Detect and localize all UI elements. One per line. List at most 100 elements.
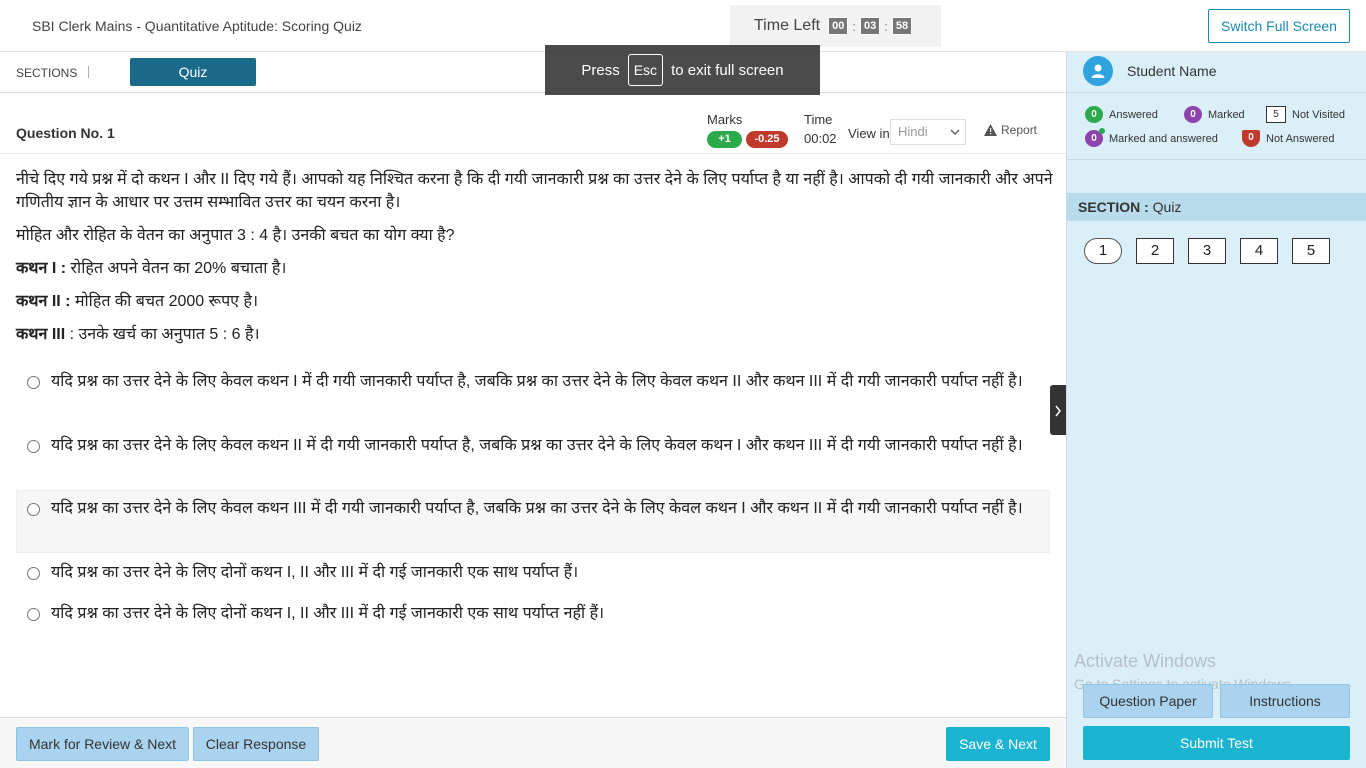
- option-5[interactable]: यदि प्रश्न का उत्तर देने के लिए दोनों कथ…: [16, 602, 1050, 625]
- chevron-right-icon: [1055, 405, 1061, 417]
- not-answered-count: 0: [1242, 130, 1260, 147]
- positive-marks-badge: +1: [707, 131, 742, 148]
- question-header: Question No. 1 Marks +1 -0.25 Time 00:02…: [0, 93, 1066, 154]
- avatar: [1083, 56, 1113, 86]
- palette-question-2[interactable]: 2: [1136, 238, 1174, 264]
- radio-button[interactable]: [27, 376, 40, 389]
- legend-not-visited: 5 Not Visited: [1266, 106, 1345, 123]
- language-value: Hindi: [898, 124, 928, 139]
- submit-test-button[interactable]: Submit Test: [1083, 726, 1350, 760]
- option-text: यदि प्रश्न का उत्तर देने के लिए केवल कथन…: [51, 500, 1023, 517]
- not-visited-count: 5: [1266, 106, 1286, 123]
- option-1[interactable]: यदि प्रश्न का उत्तर देने के लिए केवल कथन…: [16, 370, 1050, 393]
- question-body: नीचे दिए गये प्रश्न में दो कथन I और II द…: [16, 168, 1056, 356]
- tab-quiz[interactable]: Quiz: [130, 58, 256, 86]
- legend-label: Not Visited: [1292, 108, 1345, 121]
- question-palette-sidebar: Student Name 0 Answered 0 Marked 5 Not V…: [1066, 52, 1366, 768]
- timer-box: Time Left 00 : 03 : 58: [730, 5, 941, 47]
- option-text: यदि प्रश्न का उत्तर देने के लिए केवल कथन…: [51, 373, 1023, 390]
- palette-question-4[interactable]: 4: [1240, 238, 1278, 264]
- report-button[interactable]: Report: [984, 123, 1037, 137]
- statement-3: कथन III : उनके खर्च का अनुपात 5 : 6 है।: [16, 323, 1056, 346]
- legend-marked: 0 Marked: [1184, 106, 1245, 123]
- divider: [1067, 159, 1366, 160]
- legend-not-answered: 0 Not Answered: [1242, 130, 1334, 147]
- switch-full-screen-button[interactable]: Switch Full Screen: [1208, 9, 1350, 43]
- timer-label: Time Left: [754, 17, 821, 34]
- statement-text: रोहित अपने वेतन का 20% बचाता है।: [66, 260, 287, 277]
- warning-icon: [984, 124, 997, 136]
- activate-windows-watermark: Activate Windows: [1074, 651, 1217, 671]
- legend-answered: 0 Answered: [1085, 106, 1158, 123]
- palette-question-1[interactable]: 1: [1084, 238, 1122, 264]
- clear-response-button[interactable]: Clear Response: [193, 727, 319, 761]
- palette-question-5[interactable]: 5: [1292, 238, 1330, 264]
- option-text: यदि प्रश्न का उत्तर देने के लिए दोनों कथ…: [51, 564, 579, 581]
- instructions-button[interactable]: Instructions: [1220, 684, 1350, 718]
- action-footer: Mark for Review & Next Clear Response Sa…: [0, 717, 1066, 768]
- legend-marked-answered: 0 Marked and answered: [1085, 128, 1218, 147]
- question-number: Question No. 1: [16, 125, 115, 141]
- toast-press: Press: [581, 61, 620, 79]
- divider: [1067, 92, 1366, 93]
- toast-rest: to exit full screen: [671, 61, 784, 79]
- section-name: Quiz: [1152, 199, 1182, 215]
- collapse-sidebar-button[interactable]: [1050, 385, 1066, 435]
- legend-label: Not Answered: [1266, 132, 1335, 145]
- statement-label: कथन III: [16, 326, 66, 343]
- timer-hours: 00: [828, 17, 849, 35]
- statement-1: कथन I : रोहित अपने वेतन का 20% बचाता है।: [16, 257, 1056, 280]
- statement-label: कथन I :: [16, 260, 67, 277]
- esc-key: Esc: [627, 54, 664, 86]
- student-name: Student Name: [1127, 63, 1217, 79]
- sections-bar: SECTIONS Quiz: [0, 52, 1066, 93]
- answered-count: 0: [1085, 106, 1103, 123]
- option-text: यदि प्रश्न का उत्तर देने के लिए केवल कथन…: [51, 437, 1023, 454]
- radio-button[interactable]: [27, 567, 40, 580]
- report-label: Report: [1001, 123, 1038, 137]
- student-info: Student Name: [1083, 56, 1217, 86]
- check-icon: [1099, 128, 1105, 134]
- legend-label: Marked: [1208, 108, 1245, 121]
- statement-text: मोहित की बचत 2000 रूपए है।: [70, 293, 259, 310]
- timer-seconds: 58: [891, 17, 913, 35]
- radio-button[interactable]: [27, 503, 40, 516]
- timer-colon: :: [852, 18, 856, 34]
- timer-colon: :: [884, 18, 888, 34]
- section-header: SECTION : Quiz: [1067, 193, 1366, 221]
- option-text: यदि प्रश्न का उत्तर देने के लिए दोनों कथ…: [51, 605, 605, 622]
- radio-button[interactable]: [27, 440, 40, 453]
- negative-marks-badge: -0.25: [746, 131, 788, 148]
- timer-minutes: 03: [859, 17, 881, 35]
- chevron-down-icon: [950, 120, 960, 153]
- sections-label: SECTIONS: [16, 66, 78, 80]
- language-select[interactable]: Hindi: [890, 119, 966, 145]
- view-in-label: View in: [848, 126, 890, 141]
- option-4[interactable]: यदि प्रश्न का उत्तर देने के लिए दोनों कथ…: [16, 561, 1050, 584]
- exit-fullscreen-toast: Press Esc to exit full screen: [545, 45, 820, 95]
- marks-label: Marks: [707, 112, 743, 127]
- save-next-button[interactable]: Save & Next: [946, 727, 1050, 761]
- sections-divider: [88, 66, 89, 78]
- question-paper-button[interactable]: Question Paper: [1083, 684, 1213, 718]
- user-icon: [1091, 64, 1105, 78]
- palette-question-3[interactable]: 3: [1188, 238, 1226, 264]
- legend-label: Marked and answered: [1109, 132, 1218, 145]
- question-stem: मोहित और रोहित के वेतन का अनुपात 3 : 4 ह…: [16, 227, 455, 244]
- statement-2: कथन II : मोहित की बचत 2000 रूपए है।: [16, 290, 1056, 313]
- option-3[interactable]: यदि प्रश्न का उत्तर देने के लिए केवल कथन…: [16, 490, 1050, 553]
- legend-label: Answered: [1109, 108, 1158, 121]
- statement-label: कथन II :: [16, 293, 71, 310]
- exam-title: SBI Clerk Mains - Quantitative Aptitude:…: [32, 18, 362, 34]
- question-time-label: Time: [804, 112, 833, 127]
- marked-count: 0: [1184, 106, 1202, 123]
- section-prefix: SECTION :: [1078, 199, 1149, 215]
- marked-answered-number: 0: [1091, 133, 1097, 144]
- question-instruction: नीचे दिए गये प्रश्न में दो कथन I और II द…: [16, 171, 1053, 211]
- marked-answered-count: 0: [1085, 128, 1105, 147]
- option-2[interactable]: यदि प्रश्न का उत्तर देने के लिए केवल कथन…: [16, 434, 1050, 457]
- question-time-value: 00:02: [804, 131, 837, 146]
- radio-button[interactable]: [27, 608, 40, 621]
- mark-for-review-button[interactable]: Mark for Review & Next: [16, 727, 189, 761]
- statement-text: : उनके खर्च का अनुपात 5 : 6 है।: [65, 326, 260, 343]
